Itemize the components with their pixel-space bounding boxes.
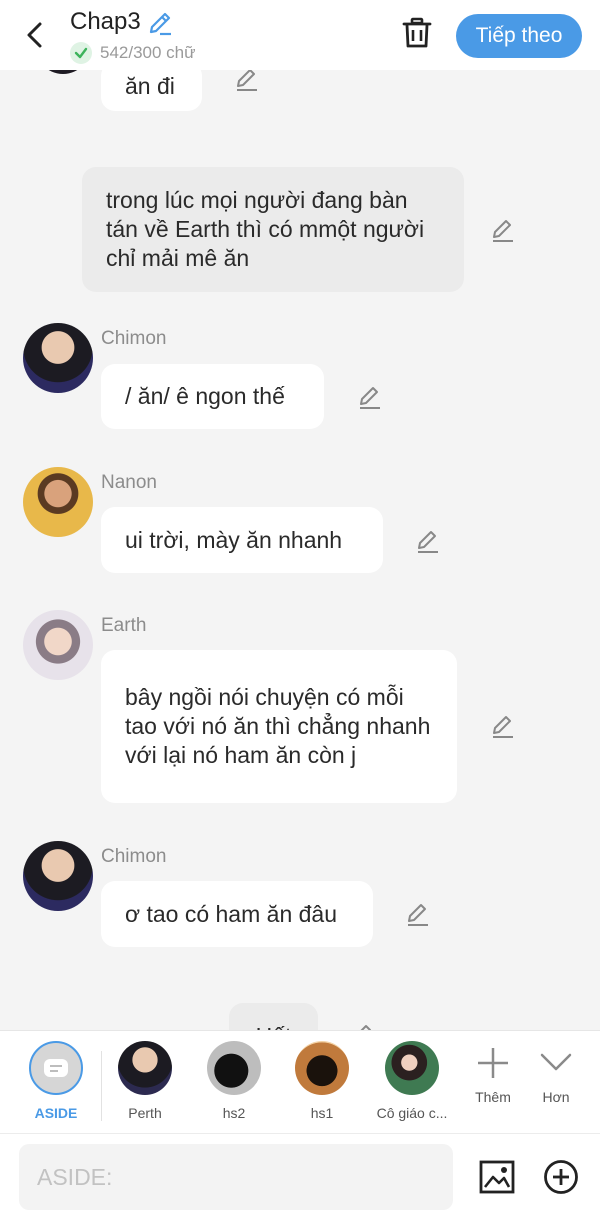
edit-title-icon[interactable]: [147, 10, 173, 36]
character-hs2[interactable]: hs2: [194, 1041, 274, 1121]
chevron-down-icon: [540, 1053, 572, 1071]
edit-message-icon[interactable]: [490, 713, 516, 739]
message-bubble[interactable]: ui trời, mày ăn nhanh: [101, 507, 383, 573]
avatar-earth[interactable]: [23, 610, 93, 680]
edit-message-icon[interactable]: [415, 528, 441, 554]
chapter-title[interactable]: Chap3: [70, 8, 141, 36]
character-teacher[interactable]: Cô giáo c...: [372, 1041, 452, 1121]
character-hs1[interactable]: hs1: [282, 1041, 362, 1121]
check-icon: [70, 42, 92, 64]
edit-message-icon[interactable]: [490, 217, 516, 243]
character-label: Cô giáo c...: [376, 1105, 448, 1121]
divider: [101, 1051, 102, 1121]
word-count: 542/300 chữ: [70, 42, 196, 64]
character-name: Nanon: [101, 472, 157, 493]
character-label: Perth: [128, 1105, 162, 1121]
avatar-perth: [118, 1041, 172, 1095]
expand-label: Hơn: [542, 1089, 570, 1105]
edit-message-icon[interactable]: [405, 901, 431, 927]
message-bubble[interactable]: ơ tao có ham ăn đâu: [101, 881, 373, 947]
top-bar: Chap3 542/300 chữ Tiếp theo: [0, 0, 600, 70]
plus-icon: [478, 1048, 508, 1078]
character-name: Chimon: [101, 846, 167, 867]
message-input[interactable]: [19, 1144, 453, 1210]
message-text: bây ngồi nói chuyện có mỗi tao với nó ăn…: [125, 684, 431, 768]
message-text: ăn đi: [125, 73, 175, 99]
avatar-teacher: [385, 1041, 439, 1095]
message-text: ui trời, mày ăn nhanh: [125, 526, 343, 553]
character-label: ASIDE: [34, 1105, 78, 1121]
character-name: Chimon: [101, 328, 167, 349]
message-bubble[interactable]: / ăn/ ê ngon thế: [101, 364, 324, 429]
image-icon[interactable]: [478, 1158, 516, 1196]
aside-text: trong lúc mọi người đang bàn tán về Eart…: [106, 187, 425, 271]
message-bubble[interactable]: ăn đi: [101, 70, 202, 111]
edit-message-icon[interactable]: [357, 384, 383, 410]
next-button[interactable]: Tiếp theo: [456, 14, 582, 58]
message-text: / ăn/ ê ngon thế: [125, 383, 285, 409]
avatar-chimon[interactable]: [23, 841, 93, 911]
character-name: Earth: [101, 615, 147, 636]
message-text: ơ tao có ham ăn đâu: [125, 900, 337, 927]
character-selector: ASIDE Perth hs2 hs1 Cô giáo c... Thêm Hơ…: [0, 1030, 600, 1133]
edit-message-icon[interactable]: [234, 70, 260, 92]
message-bubble[interactable]: bây ngồi nói chuyện có mỗi tao với nó ăn…: [101, 650, 457, 803]
character-aside[interactable]: ASIDE: [16, 1041, 96, 1121]
character-label: hs1: [310, 1105, 334, 1121]
back-arrow-icon[interactable]: [20, 18, 50, 52]
word-count-text: 542/300 chữ: [100, 43, 196, 62]
expand-button[interactable]: Hơn: [516, 1043, 596, 1105]
avatar-hs1: [295, 1041, 349, 1095]
aside-bubble[interactable]: Hết: [229, 1003, 318, 1030]
aside-icon: [29, 1041, 83, 1095]
aside-text: Hết: [256, 1022, 292, 1031]
character-perth[interactable]: Perth: [105, 1041, 185, 1121]
avatar[interactable]: [33, 70, 93, 74]
aside-bubble[interactable]: trong lúc mọi người đang bàn tán về Eart…: [82, 167, 464, 292]
trash-icon[interactable]: [401, 16, 433, 50]
add-circle-icon[interactable]: [542, 1158, 580, 1196]
character-label: hs2: [222, 1105, 246, 1121]
chat-area[interactable]: ăn đi trong lúc mọi người đang bàn tán v…: [0, 70, 600, 1030]
input-bar: [0, 1133, 600, 1221]
avatar-chimon[interactable]: [23, 323, 93, 393]
avatar-nanon[interactable]: [23, 467, 93, 537]
edit-message-icon[interactable]: [350, 1022, 376, 1030]
avatar-hs2: [207, 1041, 261, 1095]
